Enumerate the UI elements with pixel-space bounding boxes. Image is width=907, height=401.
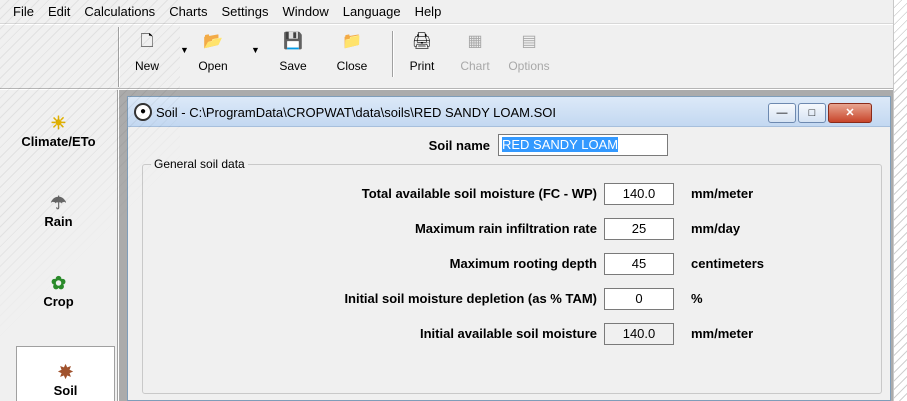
soil-name-label: Soil name [428, 138, 490, 153]
form-row-infiltration: Maximum rain infiltration rate 25 mm/day [143, 218, 883, 242]
maximize-button[interactable]: □ [798, 103, 826, 123]
new-document-icon: 🗋 [140, 33, 154, 50]
menu-bar: File Edit Calculations Charts Settings W… [0, 0, 893, 24]
form-row-rooting-depth: Maximum rooting depth 45 centimeters [143, 253, 883, 277]
menu-edit[interactable]: Edit [41, 1, 77, 23]
window-edge [893, 0, 907, 401]
menu-settings[interactable]: Settings [214, 1, 275, 23]
open-button[interactable]: 📂 Open [196, 31, 230, 83]
general-soil-data-group: General soil data Total available soil m… [142, 157, 883, 394]
sidebar-item-soil[interactable]: ✸ Soil [16, 346, 115, 401]
floppy-disk-icon: 💾 [283, 33, 303, 50]
save-button[interactable]: 💾 Save [276, 31, 310, 83]
close-folder-icon: 📁 [342, 33, 362, 50]
toolbar-divider [118, 27, 120, 87]
menu-help[interactable]: Help [408, 1, 449, 23]
minimize-button[interactable]: — [768, 103, 796, 123]
menu-charts[interactable]: Charts [162, 1, 214, 23]
soil-name-input[interactable]: RED SANDY LOAM [498, 134, 668, 156]
open-folder-icon: 📂 [203, 33, 223, 50]
soil-window: ● Soil - C:\ProgramData\CROPWAT\data\soi… [127, 96, 891, 401]
module-sidebar: ☀ Climate/ETo ☂ Rain ✿ Crop ✸ Soil [0, 90, 118, 401]
toolbar-separator [392, 31, 394, 77]
form-row-initial-moisture: Initial available soil moisture 140.0 mm… [143, 323, 883, 347]
app-icon: ● [134, 103, 152, 121]
soil-form: Soil name RED SANDY LOAM General soil da… [128, 128, 890, 400]
infiltration-input[interactable]: 25 [604, 218, 674, 240]
new-dropdown-arrow[interactable]: ▼ [180, 45, 189, 55]
window-title: Soil - C:\ProgramData\CROPWAT\data\soils… [156, 105, 556, 120]
chart-button[interactable]: ▦ Chart [458, 31, 492, 83]
tam-input[interactable]: 140.0 [604, 183, 674, 205]
printer-icon: 🖨 [411, 33, 433, 50]
menu-calculations[interactable]: Calculations [77, 1, 162, 23]
form-row-depletion: Initial soil moisture depletion (as % TA… [143, 288, 883, 312]
menu-window[interactable]: Window [275, 1, 335, 23]
open-dropdown-arrow[interactable]: ▼ [251, 45, 260, 55]
soil-window-titlebar[interactable]: ● Soil - C:\ProgramData\CROPWAT\data\soi… [128, 97, 890, 127]
initial-moisture-value: 140.0 [604, 323, 674, 345]
mdi-workspace: ● Soil - C:\ProgramData\CROPWAT\data\soi… [119, 90, 893, 401]
sidebar-item-rain[interactable]: ☂ Rain [0, 192, 117, 229]
rooting-depth-unit: centimeters [691, 256, 764, 271]
options-icon: ▤ [521, 33, 537, 50]
form-row-tam: Total available soil moisture (FC - WP) … [143, 183, 883, 207]
group-label: General soil data [151, 157, 248, 171]
tam-label: Total available soil moisture (FC - WP) [361, 186, 597, 201]
soil-icon: ✸ [57, 362, 74, 382]
sidebar-item-crop[interactable]: ✿ Crop [0, 272, 117, 309]
rain-cloud-icon: ☂ [50, 193, 67, 213]
plant-icon: ✿ [50, 273, 67, 293]
depletion-unit: % [691, 291, 703, 306]
menu-file[interactable]: File [6, 1, 41, 23]
close-button[interactable]: 📁 Close [335, 31, 369, 83]
toolbar: 🗋 New ▼ 📂 Open ▼ 💾 Save 📁 Close 🖨 Print … [0, 25, 893, 89]
chart-icon: ▦ [467, 33, 483, 50]
infiltration-label: Maximum rain infiltration rate [414, 221, 597, 236]
rooting-depth-input[interactable]: 45 [604, 253, 674, 275]
initial-moisture-unit: mm/meter [691, 326, 754, 341]
depletion-label: Initial soil moisture depletion (as % TA… [344, 291, 597, 306]
rooting-depth-label: Maximum rooting depth [449, 256, 597, 271]
window-close-button[interactable]: ✕ [828, 103, 872, 123]
sidebar-item-climate[interactable]: ☀ Climate/ETo [0, 112, 117, 149]
depletion-input[interactable]: 0 [604, 288, 674, 310]
sun-icon: ☀ [50, 113, 67, 133]
tam-unit: mm/meter [691, 186, 754, 201]
menu-language[interactable]: Language [336, 1, 408, 23]
new-button[interactable]: 🗋 New [132, 31, 162, 83]
print-button[interactable]: 🖨 Print [405, 31, 439, 83]
initial-moisture-label: Initial available soil moisture [419, 326, 597, 341]
infiltration-unit: mm/day [691, 221, 741, 236]
options-button[interactable]: ▤ Options [507, 31, 551, 83]
